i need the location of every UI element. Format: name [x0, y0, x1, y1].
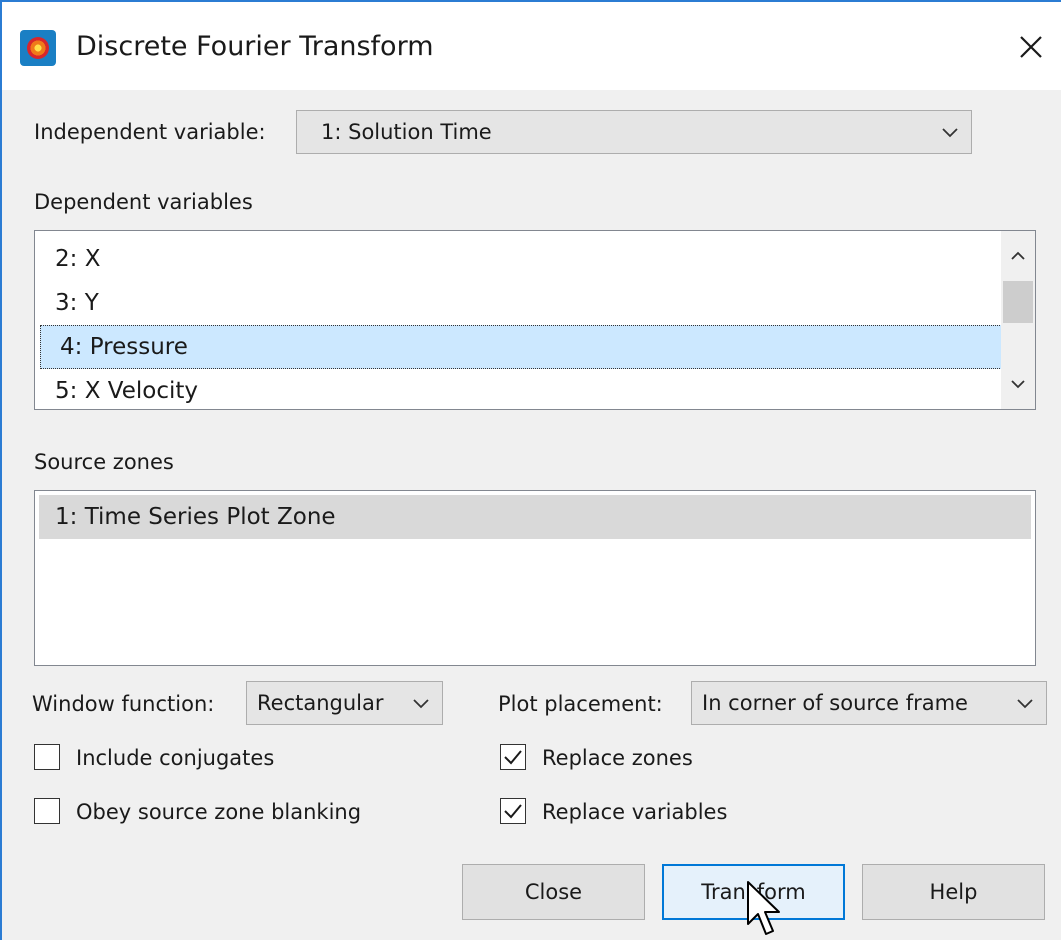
replace-variables-checkbox[interactable] [500, 798, 526, 824]
plot-placement-value: In corner of source frame [702, 691, 968, 715]
replace-zones-checkbox[interactable] [500, 744, 526, 770]
source-zones-list[interactable]: 1: Time Series Plot Zone [34, 490, 1036, 666]
independent-variable-select[interactable]: 1: Solution Time [296, 110, 972, 154]
list-item-selected[interactable]: 4: Pressure [40, 325, 1002, 369]
replace-variables-label: Replace variables [542, 800, 728, 824]
window-function-select[interactable]: Rectangular [246, 681, 443, 725]
window-function-value: Rectangular [257, 691, 384, 715]
help-button[interactable]: Help [862, 864, 1045, 920]
plot-placement-select[interactable]: In corner of source frame [691, 681, 1047, 725]
plot-placement-label: Plot placement: [498, 692, 663, 716]
window-function-label: Window function: [32, 692, 215, 716]
vertical-scrollbar[interactable] [1001, 231, 1035, 409]
scrollbar-thumb[interactable] [1003, 281, 1033, 323]
close-button[interactable]: Close [462, 864, 645, 920]
dependent-variables-label: Dependent variables [34, 190, 253, 214]
dependent-variables-list[interactable]: 2: X 3: Y 4: Pressure 5: X Velocity [34, 230, 1036, 410]
checkmark-icon [504, 804, 522, 819]
list-item[interactable]: 5: X Velocity [35, 369, 1001, 409]
source-zones-label: Source zones [34, 450, 174, 474]
independent-variable-value: 1: Solution Time [321, 120, 492, 144]
replace-zones-label: Replace zones [542, 746, 693, 770]
chevron-down-icon[interactable] [1010, 379, 1026, 389]
checkmark-icon [504, 750, 522, 765]
title-bar: Discrete Fourier Transform [2, 2, 1061, 90]
list-item[interactable]: 2: X [35, 237, 1001, 281]
mouse-pointer-icon [747, 881, 780, 935]
chevron-down-icon [413, 699, 429, 709]
window-title: Discrete Fourier Transform [76, 31, 434, 62]
tecplot-app-icon [20, 30, 56, 66]
dft-dialog: Discrete Fourier Transform Independent v… [0, 0, 1061, 940]
independent-variable-label: Independent variable: [34, 120, 266, 144]
list-item[interactable]: 3: Y [35, 281, 1001, 325]
include-conjugates-checkbox[interactable] [34, 744, 60, 770]
include-conjugates-label: Include conjugates [76, 746, 275, 770]
obey-blanking-checkbox[interactable] [34, 798, 60, 824]
close-icon[interactable] [1014, 30, 1048, 64]
chevron-down-icon [942, 128, 958, 138]
obey-blanking-label: Obey source zone blanking [76, 800, 362, 824]
list-item[interactable]: 1: Time Series Plot Zone [39, 495, 1031, 539]
chevron-up-icon[interactable] [1010, 251, 1026, 261]
chevron-down-icon [1017, 699, 1033, 709]
